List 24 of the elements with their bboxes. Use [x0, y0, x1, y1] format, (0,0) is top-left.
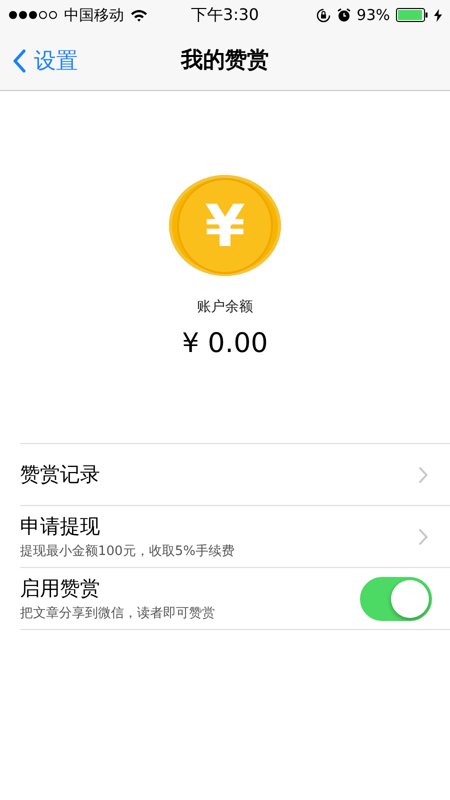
toggle-switch[interactable]: [360, 576, 432, 620]
row-subtitle: 把文章分享到微信，读者即可赞赏: [20, 605, 215, 622]
charging-bolt-icon: [434, 8, 442, 22]
row-title: 赞赏记录: [20, 461, 100, 488]
alarm-icon: [336, 8, 351, 22]
list-row[interactable]: 申请提现 提现最小金额100元，收取5%手续费: [20, 506, 450, 568]
carrier-name: 中国移动: [64, 6, 124, 24]
balance-amount: ¥ 0.00: [182, 328, 268, 359]
status-time: 下午3:30: [191, 4, 259, 26]
wifi-icon: [130, 8, 148, 22]
rotation-lock-icon: [316, 8, 331, 22]
row-subtitle: 提现最小金额100元，收取5%手续费: [20, 543, 234, 560]
back-chevron-icon: [12, 49, 26, 73]
battery-percent: 93%: [356, 6, 390, 24]
chevron-icon: [418, 466, 428, 484]
signal-icon: [8, 10, 58, 20]
row-title: 启用赞赏: [20, 575, 101, 602]
chevron-icon: [418, 528, 428, 546]
battery-icon: [396, 8, 428, 22]
list-row[interactable]: 赞赏记录: [20, 444, 450, 506]
balance-label: 账户余额: [197, 298, 253, 316]
page-title: 我的赞赏: [181, 47, 269, 75]
row-title: 申请提现: [20, 513, 101, 540]
yen-symbol: ¥: [204, 196, 246, 254]
